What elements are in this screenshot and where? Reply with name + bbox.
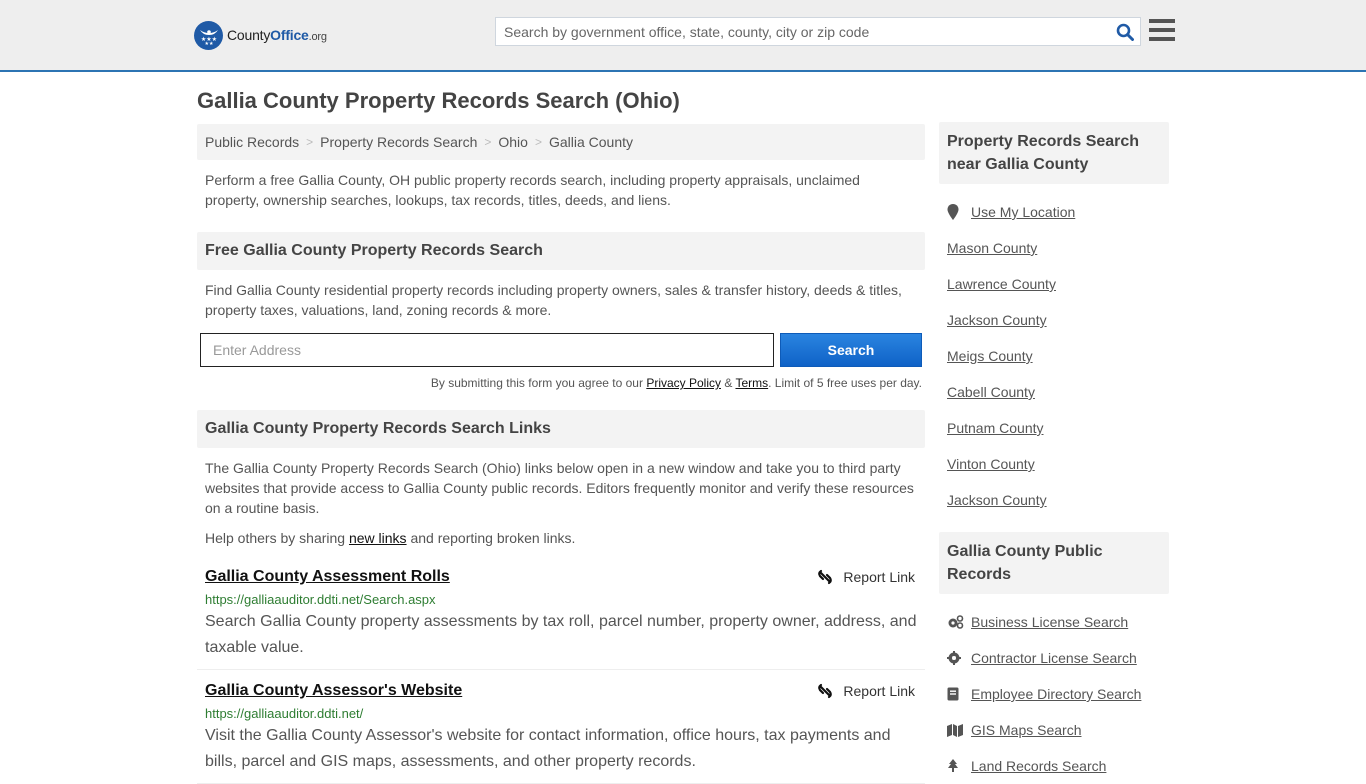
map-marker-icon (947, 204, 971, 220)
nearby-county-list: Use My Location Mason County Lawrence Co… (939, 184, 1169, 518)
nearby-county-item: Vinton County (947, 446, 1161, 482)
breadcrumb-ohio[interactable]: Ohio (498, 134, 528, 150)
report-link-button[interactable]: Report Link (817, 683, 915, 699)
breadcrumb-separator-icon: > (534, 135, 542, 149)
gear-icon (947, 651, 971, 665)
nearby-county-link[interactable]: Putnam County (947, 420, 1044, 436)
sidebar: Property Records Search near Gallia Coun… (939, 122, 1169, 784)
breadcrumb-gallia-county[interactable]: Gallia County (549, 134, 633, 150)
breadcrumb-public-records[interactable]: Public Records (205, 134, 299, 150)
logo-text: CountyOffice.org (227, 27, 327, 43)
links-section-heading: Gallia County Property Records Search Li… (197, 410, 925, 448)
breadcrumb: Public Records > Property Records Search… (197, 124, 925, 160)
nearby-county-link[interactable]: Meigs County (947, 348, 1033, 364)
site-search-input[interactable] (496, 18, 1110, 45)
use-my-location-item: Use My Location (947, 194, 1161, 230)
link-description: Search Gallia County property assessment… (205, 613, 917, 656)
link-description: Visit the Gallia County Assessor's websi… (205, 727, 891, 770)
public-records-item: Business License Search (947, 604, 1161, 640)
free-search-description: Find Gallia County residential property … (205, 282, 902, 318)
land-records-search-link[interactable]: Land Records Search (971, 758, 1106, 774)
book-icon (947, 687, 971, 701)
terms-notice: By submitting this form you agree to our… (430, 376, 922, 390)
public-records-item: Contractor License Search (947, 640, 1161, 676)
link-title[interactable]: Gallia County Assessment Rolls (205, 568, 450, 585)
main-content: Public Records > Property Records Search… (197, 124, 925, 784)
search-icon[interactable] (1110, 18, 1140, 45)
use-my-location-link[interactable]: Use My Location (971, 204, 1075, 220)
link-item: Gallia County Assessment Rolls Report Li… (197, 556, 925, 670)
intro-text: Perform a free Gallia County, OH public … (205, 172, 860, 208)
links-section-description: The Gallia County Property Records Searc… (205, 460, 914, 516)
link-item: Gallia County Assessor's Website Report … (197, 670, 925, 784)
address-search-form: Search (197, 333, 925, 367)
eagle-logo-icon: ★★★ ★★ (194, 20, 223, 50)
new-links-link[interactable]: new links (349, 530, 407, 546)
nearby-county-item: Cabell County (947, 374, 1161, 410)
nearby-county-link[interactable]: Jackson County (947, 312, 1047, 328)
gears-icon (947, 615, 971, 629)
hamburger-menu-icon[interactable] (1149, 19, 1175, 41)
business-license-search-link[interactable]: Business License Search (971, 614, 1128, 630)
site-search (495, 17, 1141, 46)
site-logo[interactable]: ★★★ ★★ CountyOffice.org (194, 20, 327, 50)
broken-link-icon (818, 569, 833, 585)
top-header: ★★★ ★★ CountyOffice.org (0, 0, 1366, 72)
nearby-county-item: Meigs County (947, 338, 1161, 374)
free-search-heading: Free Gallia County Property Records Sear… (197, 232, 925, 270)
nearby-county-item: Mason County (947, 230, 1161, 266)
public-records-item: GIS Maps Search (947, 712, 1161, 748)
link-url: https://galliaauditor.ddti.net/Search.as… (205, 592, 436, 607)
nearby-county-link[interactable]: Vinton County (947, 456, 1035, 472)
nearby-county-link[interactable]: Cabell County (947, 384, 1035, 400)
public-records-item: Land Records Search (947, 748, 1161, 784)
page-title: Gallia County Property Records Search (O… (197, 88, 680, 113)
nearby-county-link[interactable]: Lawrence County (947, 276, 1056, 292)
help-text: Help others by sharing new links and rep… (205, 530, 576, 546)
public-records-list: Business License Search Contractor Licen… (939, 594, 1169, 784)
nearby-county-item: Jackson County (947, 482, 1161, 518)
public-records-heading: Gallia County Public Records (939, 532, 1169, 594)
nearby-county-item: Jackson County (947, 302, 1161, 338)
gis-maps-search-link[interactable]: GIS Maps Search (971, 722, 1082, 738)
public-records-item: Employee Directory Search (947, 676, 1161, 712)
terms-link[interactable]: Terms (735, 376, 768, 390)
breadcrumb-separator-icon: > (484, 135, 492, 149)
svg-text:★★: ★★ (204, 41, 213, 46)
address-input[interactable] (200, 333, 774, 367)
nearby-county-link[interactable]: Jackson County (947, 492, 1047, 508)
nearby-county-item: Lawrence County (947, 266, 1161, 302)
breadcrumb-separator-icon: > (306, 135, 314, 149)
broken-link-icon (818, 683, 833, 699)
link-title[interactable]: Gallia County Assessor's Website (205, 682, 462, 699)
address-search-button[interactable]: Search (780, 333, 922, 367)
privacy-policy-link[interactable]: Privacy Policy (646, 376, 721, 390)
map-icon (947, 723, 971, 737)
breadcrumb-property-records-search[interactable]: Property Records Search (320, 134, 477, 150)
report-link-button[interactable]: Report Link (817, 569, 915, 585)
nearby-county-link[interactable]: Mason County (947, 240, 1037, 256)
nearby-heading: Property Records Search near Gallia Coun… (939, 122, 1169, 184)
link-url: https://galliaauditor.ddti.net/ (205, 706, 364, 721)
tree-icon (947, 759, 971, 773)
employee-directory-search-link[interactable]: Employee Directory Search (971, 686, 1141, 702)
nearby-county-item: Putnam County (947, 410, 1161, 446)
contractor-license-search-link[interactable]: Contractor License Search (971, 650, 1137, 666)
